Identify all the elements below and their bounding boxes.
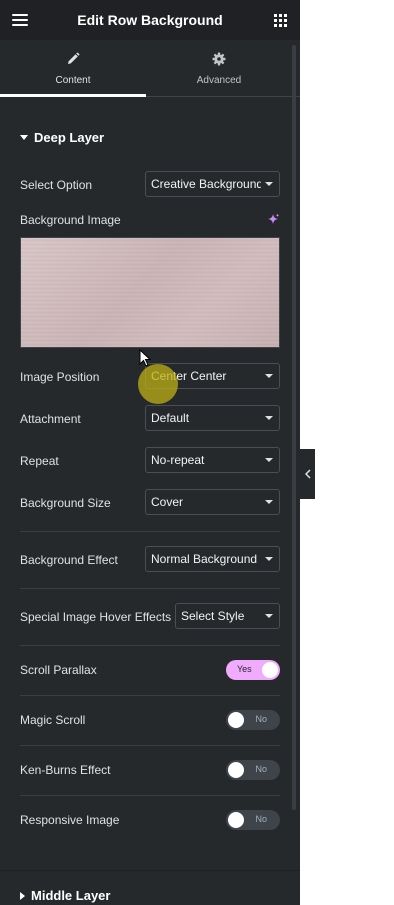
hamburger-icon[interactable] [12,14,28,26]
toggle-knob [228,812,244,828]
sparkle-icon[interactable] [267,213,280,226]
background-size-label: Background Size [20,496,111,510]
panel-tabs: Content Advanced [0,40,300,97]
repeat-value: No-repeat [151,453,205,467]
ken-burns-toggle[interactable]: No [226,760,280,780]
select-option-dropdown[interactable]: Creative Background [145,171,280,197]
image-position-label: Image Position [20,370,100,384]
scrollbar[interactable] [292,45,296,810]
toggle-state: No [255,764,267,774]
cursor-highlight [138,364,178,404]
toggle-knob [228,712,244,728]
responsive-image-toggle[interactable]: No [226,810,280,830]
tab-content-label: Content [55,75,91,86]
tabs-divider [146,96,300,97]
background-size-dropdown[interactable]: Cover [145,489,280,515]
caret-right-icon [20,891,25,900]
background-effect-value: Normal Background [151,552,258,566]
select-option-value: Creative Background [151,177,261,191]
attachment-dropdown[interactable]: Default [145,405,280,431]
chevron-down-icon [265,458,273,462]
mouse-pointer-icon [139,349,151,367]
attachment-value: Default [151,411,190,425]
chevron-down-icon [265,557,273,561]
gear-icon [212,52,226,66]
ken-burns-label: Ken-Burns Effect [20,763,111,777]
chevron-down-icon [265,416,273,420]
grid-icon[interactable] [274,14,287,27]
background-image-label: Background Image [20,213,121,227]
section-deep-layer[interactable]: Deep Layer [20,130,104,145]
chevron-down-icon [265,500,273,504]
tab-advanced[interactable]: Advanced [146,40,292,97]
magic-scroll-toggle[interactable]: No [226,710,280,730]
toggle-knob [262,662,278,678]
panel-title: Edit Row Background [77,12,223,28]
toggle-knob [228,762,244,778]
section-divider [0,870,300,871]
section-title: Deep Layer [34,130,105,145]
magic-scroll-label: Magic Scroll [20,713,86,727]
scroll-parallax-toggle[interactable]: Yes [226,660,280,680]
tab-content[interactable]: Content [0,40,146,97]
section-title: Middle Layer [31,888,111,903]
scroll-parallax-label: Scroll Parallax [20,663,97,677]
attachment-label: Attachment [20,412,81,426]
section-middle-layer[interactable]: Middle Layer [20,888,110,903]
background-image-preview[interactable] [20,237,280,348]
hover-effects-dropdown[interactable]: Select Style [175,603,280,629]
panel-header: Edit Row Background [0,0,300,40]
divider [20,695,280,696]
chevron-down-icon [265,182,273,186]
toggle-state: Yes [237,664,252,674]
hover-effects-label: Special Image Hover Effects [20,610,172,624]
editor-panel: Edit Row Background Content Advanced Dee… [0,0,300,905]
responsive-image-label: Responsive Image [20,813,120,827]
chevron-left-icon [304,469,311,479]
hover-effects-value: Select Style [181,609,245,623]
background-size-value: Cover [151,495,184,509]
background-effect-label: Background Effect [20,553,118,567]
divider [20,745,280,746]
select-option-label: Select Option [20,178,93,192]
repeat-dropdown[interactable]: No-repeat [145,447,280,473]
caret-down-icon [20,135,28,140]
divider [20,795,280,796]
chevron-down-icon [265,614,273,618]
toggle-state: No [255,714,267,724]
chevron-down-icon [265,374,273,378]
divider [20,531,280,532]
toggle-state: No [255,814,267,824]
divider [20,588,280,589]
background-effect-dropdown[interactable]: Normal Background [145,546,280,572]
divider [20,645,280,646]
pencil-icon [68,52,80,64]
repeat-label: Repeat [20,454,59,468]
tab-advanced-label: Advanced [196,75,242,86]
collapse-panel-button[interactable] [300,449,315,499]
